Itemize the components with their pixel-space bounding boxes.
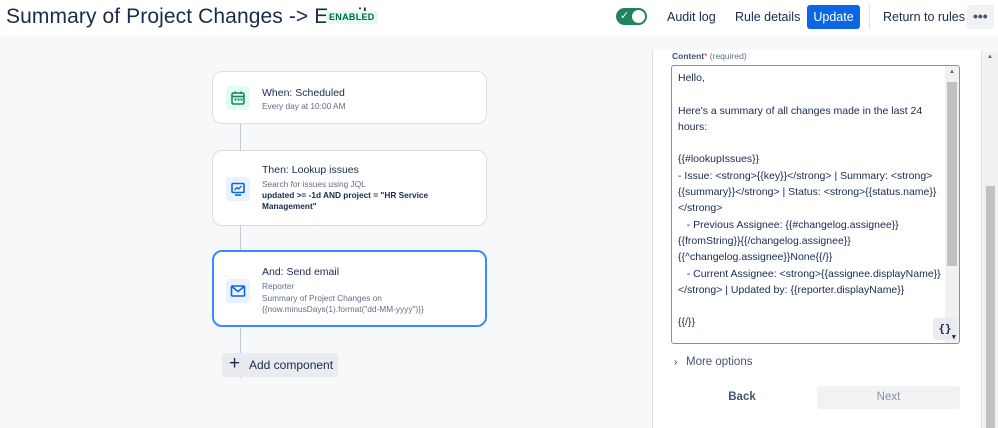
- action-card-send-email[interactable]: And: Send email Reporter Summary of Proj…: [212, 250, 487, 327]
- more-options-label: More options: [686, 356, 753, 368]
- rule-enabled-toggle[interactable]: ✓: [616, 8, 647, 25]
- audit-log-button[interactable]: Audit log: [661, 5, 722, 29]
- panel-scrollbar[interactable]: ▲: [983, 52, 998, 428]
- calendar-icon: [226, 86, 250, 110]
- required-star: *: [704, 51, 708, 61]
- page-title: Summary of Project Changes -> Email: [6, 5, 368, 28]
- plus-icon: +: [229, 353, 241, 374]
- content-textarea[interactable]: Hello, Here's a summary of all changes m…: [671, 65, 960, 344]
- mail-icon: [226, 279, 250, 303]
- step-subtitle: Reporter: [262, 281, 295, 291]
- status-badge: ENABLED: [326, 11, 378, 24]
- more-icon: •••: [973, 8, 988, 24]
- jql-text: updated >= -1d AND project = "HR Service…: [262, 190, 429, 211]
- connector-line: [240, 226, 241, 250]
- scroll-up-icon: ▲: [987, 54, 993, 60]
- panel-scroll-thumb[interactable]: [986, 186, 995, 428]
- rule-header: Summary of Project Changes -> Email ENAB…: [0, 0, 998, 36]
- chevron-right-icon: ›: [674, 357, 678, 368]
- connector-line: [240, 124, 241, 150]
- step-title: And: Send email: [262, 266, 340, 278]
- rule-details-button[interactable]: Rule details: [729, 5, 806, 29]
- trigger-card-scheduled[interactable]: When: Scheduled Every day at 10:00 AM: [212, 71, 487, 124]
- next-button: Next: [817, 386, 960, 409]
- step-title: When: Scheduled: [262, 87, 345, 99]
- content-text[interactable]: Hello, Here's a summary of all changes m…: [678, 70, 943, 331]
- content-label: Content: [672, 51, 705, 61]
- caret-down-icon: ▼: [951, 333, 956, 341]
- braces-icon: {}: [938, 322, 952, 335]
- back-button[interactable]: Back: [676, 386, 808, 409]
- update-button[interactable]: Update: [807, 5, 860, 29]
- required-hint: (required): [709, 51, 747, 61]
- jql-query: updated >= -1d AND project = "HR Service…: [262, 190, 477, 212]
- step-subtitle: Every day at 10:00 AM: [262, 101, 346, 111]
- textarea-scrollbar[interactable]: ▲: [945, 66, 959, 343]
- return-to-rules-button[interactable]: Return to rules: [877, 5, 971, 29]
- more-actions-button[interactable]: •••: [967, 5, 994, 29]
- scroll-up-icon: ▲: [949, 69, 955, 75]
- toggle-knob: [632, 10, 645, 23]
- textarea-scroll-thumb[interactable]: [947, 82, 957, 266]
- smart-values-button[interactable]: {} ▼: [933, 318, 957, 341]
- check-icon: ✓: [620, 10, 630, 22]
- step-subtitle: Search for issues using JQL: [262, 179, 366, 189]
- add-component-label: Add component: [249, 358, 334, 372]
- content-field-label: Content* (required): [672, 51, 747, 61]
- email-subject: Summary of Project Changes on {{now.minu…: [262, 293, 424, 314]
- monitor-icon: [226, 177, 250, 201]
- action-card-lookup-issues[interactable]: Then: Lookup issues Search for issues us…: [212, 150, 487, 226]
- header-divider: [869, 5, 870, 29]
- add-component-button[interactable]: + Add component: [222, 353, 338, 377]
- step-title: Then: Lookup issues: [262, 164, 359, 176]
